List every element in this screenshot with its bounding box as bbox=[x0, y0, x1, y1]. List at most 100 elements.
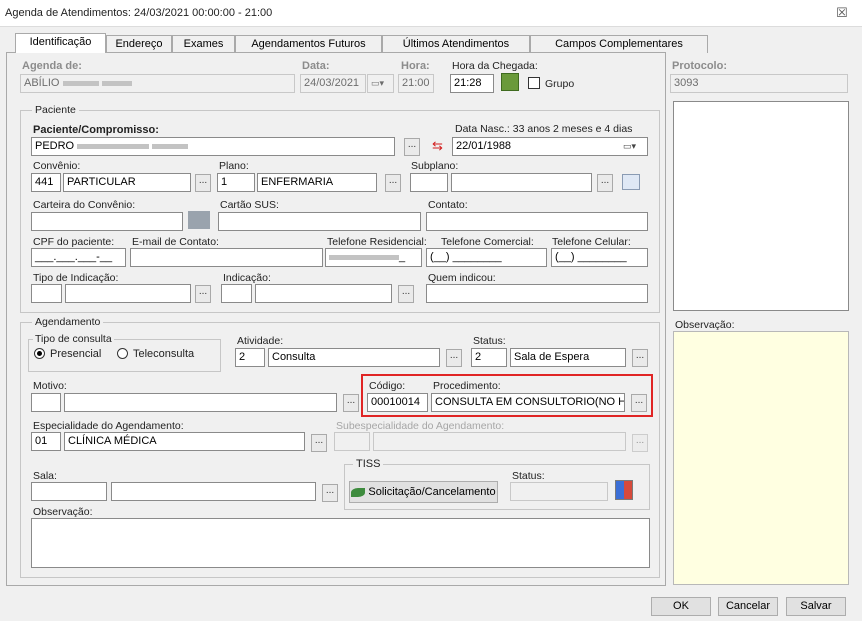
motivo-code-input[interactable] bbox=[31, 393, 61, 412]
redacted-mask bbox=[101, 80, 132, 86]
subespecialidade-lookup-button: ... bbox=[632, 434, 648, 452]
carteira-input[interactable] bbox=[31, 212, 183, 231]
status-name-input[interactable]: Sala de Espera bbox=[510, 348, 626, 367]
hora-field: 21:00 bbox=[398, 74, 434, 93]
solicitacao-cancelamento-label: Solicitação/Cancelamento bbox=[368, 486, 496, 498]
calendar-dropdown-icon[interactable]: ▭▾ bbox=[623, 140, 645, 153]
tel-com-input[interactable]: (__) ________ bbox=[426, 248, 547, 267]
sala-name-input[interactable] bbox=[111, 482, 316, 501]
subplano-name-input[interactable] bbox=[451, 173, 592, 192]
contato-input[interactable] bbox=[426, 212, 648, 231]
cancelar-button[interactable]: Cancelar bbox=[718, 597, 778, 616]
motivo-lookup-button[interactable]: ... bbox=[343, 394, 359, 412]
tipo-indicacao-lookup-button[interactable]: ... bbox=[195, 285, 211, 303]
clock-icon[interactable] bbox=[501, 73, 519, 91]
teleconsulta-label: Teleconsulta bbox=[133, 348, 195, 360]
subespecialidade-code-input bbox=[334, 432, 370, 451]
sala-lookup-button[interactable]: ... bbox=[322, 484, 338, 502]
teleconsulta-radio[interactable] bbox=[117, 348, 128, 359]
tab-ultimos-atendimentos[interactable]: Últimos Atendimentos bbox=[382, 35, 530, 53]
presencial-radio[interactable] bbox=[34, 348, 45, 359]
hora-chegada-label: Hora da Chegada: bbox=[452, 60, 538, 72]
redacted-mask bbox=[62, 80, 99, 86]
redacted-mask bbox=[152, 143, 189, 149]
sala-code-input[interactable] bbox=[31, 482, 107, 501]
atividade-lookup-button[interactable]: ... bbox=[446, 349, 462, 367]
paciente-group-label: Paciente bbox=[32, 104, 79, 116]
redacted-mask bbox=[77, 143, 150, 149]
indicacao-lookup-button[interactable]: ... bbox=[398, 285, 414, 303]
subplano-code-input[interactable] bbox=[410, 173, 448, 192]
solicitacao-cancelamento-button[interactable]: Solicitação/Cancelamento bbox=[349, 481, 498, 503]
indicacao-name-input[interactable] bbox=[255, 284, 392, 303]
refresh-status-icon[interactable] bbox=[615, 480, 633, 500]
paciente-label: Paciente/Compromisso: bbox=[33, 124, 159, 136]
motivo-label: Motivo: bbox=[33, 380, 67, 392]
convenio-lookup-button[interactable]: ... bbox=[195, 174, 211, 192]
tipo-indicacao-name-input[interactable] bbox=[65, 284, 191, 303]
agendamento-observacao-textarea[interactable] bbox=[31, 518, 650, 568]
tab-endereco[interactable]: Endereço bbox=[106, 35, 172, 53]
plano-lookup-button[interactable]: ... bbox=[385, 174, 401, 192]
tel-res-input[interactable]: _ bbox=[325, 248, 422, 267]
hora-chegada-input[interactable]: 21:28 bbox=[450, 74, 494, 93]
agendamento-observacao-label: Observação: bbox=[33, 506, 93, 518]
cpf-input[interactable]: ___.___.___-__ bbox=[31, 248, 126, 267]
presencial-label: Presencial bbox=[50, 348, 102, 360]
convenio-code-input[interactable]: 441 bbox=[31, 173, 61, 192]
quem-indicou-input[interactable] bbox=[426, 284, 648, 303]
salvar-button[interactable]: Salvar bbox=[786, 597, 846, 616]
plano-code-input[interactable]: 1 bbox=[217, 173, 255, 192]
cartao-sus-label: Cartão SUS: bbox=[220, 199, 279, 211]
atividade-label: Atividade: bbox=[237, 335, 284, 347]
atividade-code-input[interactable]: 2 bbox=[235, 348, 265, 367]
status-lookup-button[interactable]: ... bbox=[632, 349, 648, 367]
data-nasc-label: Data Nasc.: 33 anos 2 meses e 4 dias bbox=[455, 123, 633, 135]
indicacao-label: Indicação: bbox=[223, 272, 271, 284]
paciente-lookup-button[interactable]: ... bbox=[404, 138, 420, 156]
cartao-sus-input[interactable] bbox=[218, 212, 421, 231]
card-reader-icon[interactable] bbox=[188, 211, 210, 229]
indicacao-code-input[interactable] bbox=[221, 284, 252, 303]
data-label: Data: bbox=[302, 60, 330, 72]
email-label: E-mail de Contato: bbox=[132, 236, 219, 248]
especialidade-lookup-button[interactable]: ... bbox=[311, 434, 327, 452]
close-icon[interactable]: ☒ bbox=[832, 5, 852, 21]
subplano-lookup-button[interactable]: ... bbox=[597, 174, 613, 192]
observacao-textarea[interactable] bbox=[673, 331, 849, 585]
agenda-value: ABÍLIO bbox=[24, 77, 60, 89]
subespecialidade-name-input bbox=[373, 432, 626, 451]
tipo-indicacao-label: Tipo de Indicação: bbox=[33, 272, 119, 284]
ok-button[interactable]: OK bbox=[651, 597, 711, 616]
tiss-status-label: Status: bbox=[512, 470, 545, 482]
especialidade-code-input[interactable]: 01 bbox=[31, 432, 61, 451]
card-icon[interactable] bbox=[622, 174, 640, 190]
grupo-checkbox[interactable] bbox=[528, 77, 540, 89]
observacao-label: Observação: bbox=[675, 319, 735, 331]
paciente-input[interactable]: PEDRO bbox=[31, 137, 395, 156]
calendar-dropdown-icon: ▭▾ bbox=[367, 74, 394, 93]
tab-campos-complementares[interactable]: Campos Complementares bbox=[530, 35, 708, 53]
window-title: Agenda de Atendimentos: 24/03/2021 00:00… bbox=[5, 7, 273, 19]
tipo-indicacao-code-input[interactable] bbox=[31, 284, 62, 303]
tel-cel-input[interactable]: (__) ________ bbox=[551, 248, 648, 267]
plano-name-input[interactable]: ENFERMARIA bbox=[257, 173, 377, 192]
email-input[interactable] bbox=[130, 248, 323, 267]
convenio-name-input[interactable]: PARTICULAR bbox=[63, 173, 191, 192]
tab-agendamentos-futuros[interactable]: Agendamentos Futuros bbox=[235, 35, 382, 53]
motivo-name-input[interactable] bbox=[64, 393, 337, 412]
tiss-label: TISS bbox=[353, 458, 384, 470]
hora-label: Hora: bbox=[401, 60, 430, 72]
status-code-input[interactable]: 2 bbox=[471, 348, 507, 367]
swap-arrows-icon[interactable]: ⇆ bbox=[429, 137, 446, 156]
tab-identificacao[interactable]: Identificação bbox=[15, 33, 106, 53]
protocolo-label: Protocolo: bbox=[672, 60, 727, 72]
data-nasc-input[interactable]: 22/01/1988 bbox=[452, 137, 648, 156]
data-field: 24/03/2021 bbox=[300, 74, 366, 93]
atividade-name-input[interactable]: Consulta bbox=[268, 348, 440, 367]
tab-exames[interactable]: Exames bbox=[172, 35, 235, 53]
especialidade-name-input[interactable]: CLÍNICA MÉDICA bbox=[64, 432, 305, 451]
tel-cel-label: Telefone Celular: bbox=[552, 236, 631, 248]
subplano-label: Subplano: bbox=[411, 160, 459, 172]
convenio-label: Convênio: bbox=[33, 160, 81, 172]
